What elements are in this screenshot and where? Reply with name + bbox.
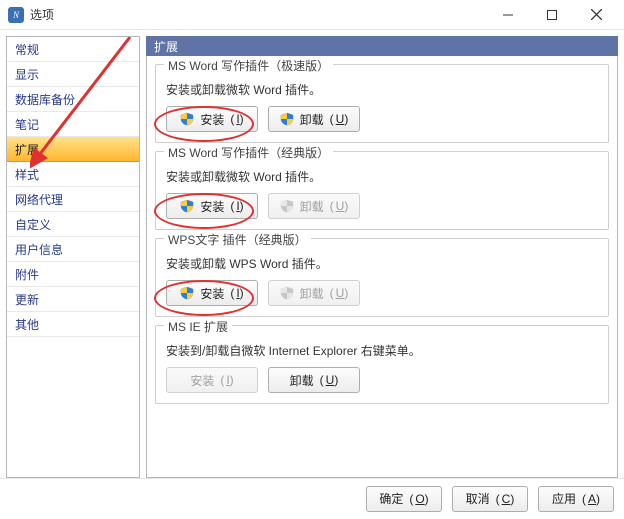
title-bar: N 选项	[0, 0, 624, 30]
window-title: 选项	[30, 6, 54, 23]
install-label: 安装	[200, 111, 224, 128]
group: MS IE 扩展安装到/卸载自微软 Internet Explorer 右键菜单…	[155, 325, 609, 404]
apply-button[interactable]: 应用 (A)	[538, 486, 614, 512]
sidebar-item[interactable]: 笔记	[7, 112, 139, 137]
uninstall-label: 卸载	[300, 111, 324, 128]
install-label: 安装	[190, 372, 214, 389]
ok-label: 确定	[379, 490, 403, 507]
sidebar-item-label: 显示	[15, 66, 39, 83]
group: MS Word 写作插件（经典版）安装或卸载微软 Word 插件。 安装(I) …	[155, 151, 609, 230]
cancel-hotkey: (C)	[496, 492, 515, 506]
sidebar-item-label: 自定义	[15, 216, 51, 233]
shield-icon	[180, 112, 194, 126]
cancel-label: 取消	[466, 490, 490, 507]
sidebar-item-label: 数据库备份	[15, 91, 75, 108]
shield-icon	[280, 286, 294, 300]
shield-icon	[280, 112, 294, 126]
install-hotkey: (I)	[220, 373, 233, 387]
minimize-button[interactable]	[486, 1, 530, 29]
install-hotkey: (I)	[230, 199, 243, 213]
sidebar-item-label: 用户信息	[15, 241, 63, 258]
maximize-button[interactable]	[530, 1, 574, 29]
group-title: MS IE 扩展	[164, 318, 232, 335]
group-title: WPS文字 插件（经典版）	[164, 231, 311, 248]
shield-icon	[280, 199, 294, 213]
sidebar-item[interactable]: 常规	[7, 37, 139, 62]
button-row: 安装 (I) 卸载 (U)	[166, 280, 598, 306]
install-button[interactable]: 安装 (I)	[166, 280, 258, 306]
uninstall-button[interactable]: 卸载 (U)	[268, 367, 360, 393]
shield-icon	[180, 286, 194, 300]
group-title: MS Word 写作插件（极速版）	[164, 57, 333, 74]
uninstall-label: 卸载	[300, 198, 324, 215]
install-label: 安装	[200, 285, 224, 302]
install-button[interactable]: 安装 (I)	[166, 106, 258, 132]
group-description: 安装或卸载微软 Word 插件。	[166, 168, 598, 185]
group-description: 安装或卸载微软 Word 插件。	[166, 81, 598, 98]
install-button: 安装 (I)	[166, 367, 258, 393]
group: MS Word 写作插件（极速版）安装或卸载微软 Word 插件。 安装(I) …	[155, 64, 609, 143]
sidebar-item[interactable]: 网络代理	[7, 187, 139, 212]
sidebar: 常规显示数据库备份笔记扩展样式网络代理自定义用户信息附件更新其他	[6, 36, 140, 478]
ok-hotkey: (O)	[409, 492, 428, 506]
sidebar-item[interactable]: 其他	[7, 312, 139, 337]
group-description: 安装到/卸载自微软 Internet Explorer 右键菜单。	[166, 342, 598, 359]
sidebar-item[interactable]: 附件	[7, 262, 139, 287]
sidebar-item-label: 笔记	[15, 116, 39, 133]
sidebar-item-label: 其他	[15, 316, 39, 333]
install-label: 安装	[200, 198, 224, 215]
app-icon: N	[8, 7, 24, 23]
sidebar-item[interactable]: 更新	[7, 287, 139, 312]
apply-hotkey: (A)	[582, 492, 600, 506]
footer: 确定 (O) 取消 (C) 应用 (A)	[0, 478, 624, 518]
uninstall-button: 卸载 (U)	[268, 193, 360, 219]
uninstall-hotkey: (U)	[330, 199, 349, 213]
install-button[interactable]: 安装 (I)	[166, 193, 258, 219]
sidebar-item-label: 样式	[15, 166, 39, 183]
uninstall-button[interactable]: 卸载 (U)	[268, 106, 360, 132]
install-hotkey: (I)	[230, 112, 243, 126]
uninstall-button: 卸载 (U)	[268, 280, 360, 306]
uninstall-label: 卸载	[300, 285, 324, 302]
right-pane: 扩展 MS Word 写作插件（极速版） 安装或卸载微软 Word 插件。 安装 (…	[146, 36, 618, 478]
group: WPS文字 插件（经典版）安装或卸载 WPS Word 插件。 安装(I) 卸载…	[155, 238, 609, 317]
button-row: 安装 (I) 卸载 (U)	[166, 106, 598, 132]
button-row: 安装 (I) 卸载 (U)	[166, 367, 598, 393]
sidebar-item[interactable]: 数据库备份	[7, 87, 139, 112]
group-title: MS Word 写作插件（经典版）	[164, 144, 333, 161]
cancel-button[interactable]: 取消 (C)	[452, 486, 528, 512]
group-description: 安装或卸载 WPS Word 插件。	[166, 255, 598, 272]
uninstall-hotkey: (U)	[330, 112, 349, 126]
client-area: 常规显示数据库备份笔记扩展样式网络代理自定义用户信息附件更新其他 扩展 MS W…	[0, 30, 624, 478]
sidebar-item-label: 更新	[15, 291, 39, 308]
sidebar-item-label: 附件	[15, 266, 39, 283]
uninstall-hotkey: (U)	[330, 286, 349, 300]
sidebar-item-label: 网络代理	[15, 191, 63, 208]
shield-icon	[180, 199, 194, 213]
panel-header: 扩展	[146, 36, 618, 56]
sidebar-item-label: 常规	[15, 41, 39, 58]
close-button[interactable]	[574, 1, 618, 29]
install-hotkey: (I)	[230, 286, 243, 300]
uninstall-label: 卸载	[290, 372, 314, 389]
panel-body: MS Word 写作插件（极速版） 安装或卸载微软 Word 插件。 安装 (I) …	[146, 56, 618, 478]
apply-label: 应用	[552, 490, 576, 507]
sidebar-item-label: 扩展	[15, 141, 39, 158]
sidebar-item[interactable]: 自定义	[7, 212, 139, 237]
uninstall-hotkey: (U)	[320, 373, 339, 387]
sidebar-item[interactable]: 扩展	[7, 137, 139, 162]
sidebar-item[interactable]: 样式	[7, 162, 139, 187]
sidebar-item[interactable]: 用户信息	[7, 237, 139, 262]
sidebar-item[interactable]: 显示	[7, 62, 139, 87]
button-row: 安装 (I) 卸载 (U)	[166, 193, 598, 219]
ok-button[interactable]: 确定 (O)	[366, 486, 442, 512]
